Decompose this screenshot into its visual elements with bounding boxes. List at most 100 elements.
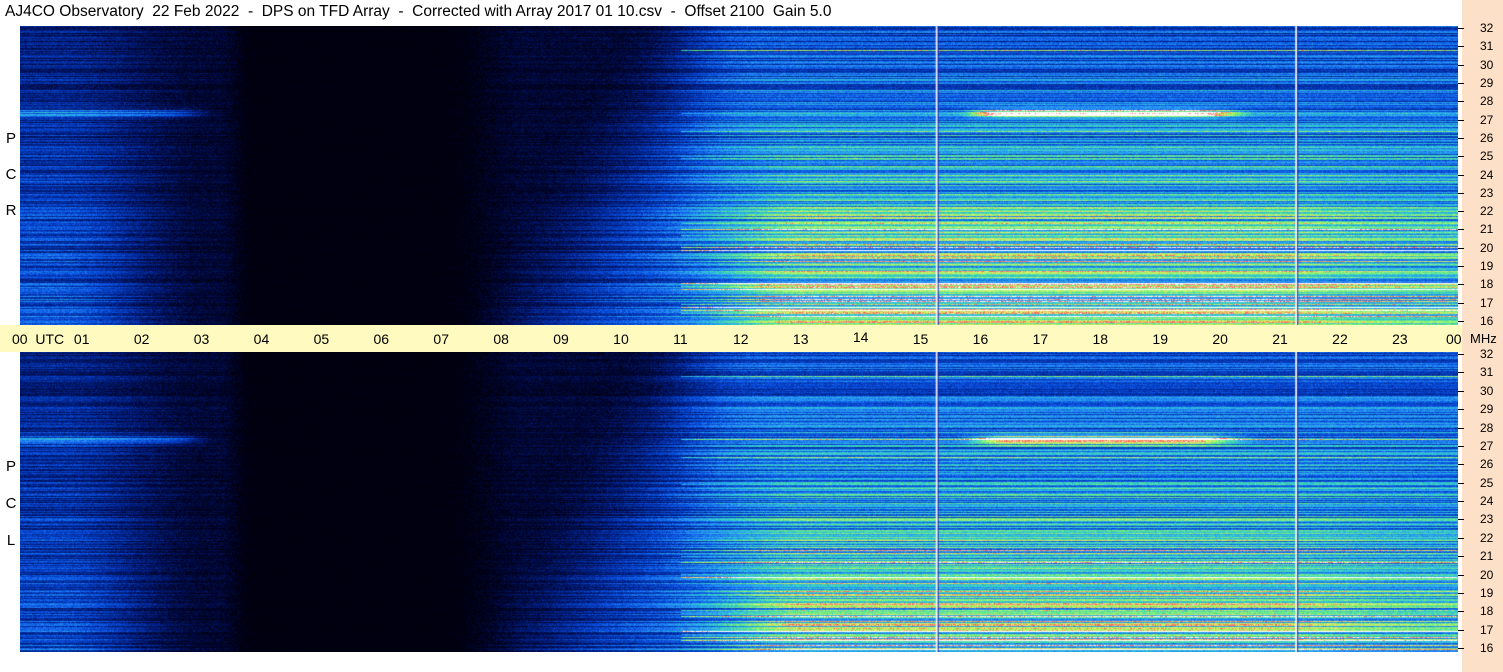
lcp-freq-tick — [1458, 574, 1464, 576]
time-tick-label: 17 — [1032, 331, 1049, 347]
rcp-freq-tick — [1458, 302, 1464, 304]
time-tick-label: 13 — [792, 331, 809, 347]
bottom-padding — [20, 652, 1458, 672]
lcp-freq-tick-label: 29 — [1480, 402, 1494, 417]
rcp-freq-tick — [1458, 101, 1464, 103]
rcp-freq-tick — [1458, 192, 1464, 194]
rcp-freq-tick-label: 17 — [1480, 295, 1494, 310]
lcp-frequency-axis: 32 31 30 29 28 27 26 25 24 23 22 21 20 19 18 17 16 — [1458, 347, 1503, 655]
rcp-freq-tick-label: 24 — [1480, 167, 1494, 182]
rcp-label-letter-2: C — [5, 166, 17, 183]
rcp-freq-tick-label: 18 — [1480, 277, 1494, 292]
time-tick-label: 00 — [1446, 331, 1462, 347]
lcp-freq-tick — [1458, 501, 1464, 502]
time-tick-label: 14 — [852, 329, 869, 345]
rcp-freq-tick — [1458, 174, 1464, 176]
rcp-freq-tick — [1458, 156, 1464, 158]
lcp-freq-tick — [1458, 537, 1464, 539]
lcp-freq-tick-label: 32 — [1480, 347, 1494, 361]
lcp-freq-tick — [1458, 372, 1464, 374]
rcp-freq-tick — [1458, 211, 1464, 213]
time-tick-label: 07 — [433, 331, 449, 347]
lcp-freq-tick-label: 19 — [1480, 585, 1494, 600]
time-tick-label: 02 — [133, 331, 150, 347]
lcp-freq-tick-label: 21 — [1480, 549, 1494, 564]
lcp-freq-tick-label: 26 — [1480, 457, 1494, 472]
time-tick-label: 01 — [73, 331, 90, 347]
lcp-freq-tick — [1458, 354, 1464, 355]
rcp-freq-tick-label: 22 — [1480, 204, 1494, 219]
rcp-freq-tick — [1458, 247, 1464, 249]
lcp-freq-tick-label: 22 — [1480, 530, 1494, 545]
lcp-freq-tick — [1458, 648, 1464, 649]
rcp-freq-tick-label: 29 — [1480, 75, 1494, 90]
rcp-freq-tick-label: 19 — [1480, 259, 1494, 274]
lcp-freq-tick — [1458, 556, 1464, 558]
lcp-freq-tick — [1458, 482, 1464, 484]
lcp-freq-tick — [1458, 519, 1464, 521]
rcp-freq-tick-label: 32 — [1480, 21, 1494, 35]
lcp-freq-tick — [1458, 611, 1464, 613]
lcp-freq-tick-label: 16 — [1480, 641, 1494, 655]
rcp-label-strip: P C R — [0, 26, 20, 325]
time-tick-label: 12 — [733, 331, 749, 347]
time-tick-label: 11 — [673, 331, 688, 347]
rcp-freq-tick — [1458, 137, 1464, 139]
rcp-freq-tick-label: 27 — [1480, 112, 1494, 127]
lcp-freq-tick-label: 18 — [1480, 604, 1494, 619]
rcp-spectrogram — [20, 26, 1458, 325]
rcp-label-letter-3: R — [5, 202, 17, 219]
rcp-freq-tick — [1458, 28, 1464, 29]
lcp-freq-tick-label: 23 — [1480, 512, 1494, 527]
lcp-freq-tick-label: 20 — [1480, 567, 1494, 582]
time-tick-label: 10 — [613, 331, 629, 347]
lcp-freq-tick — [1458, 592, 1464, 594]
lcp-freq-tick-label: 17 — [1480, 622, 1494, 637]
rcp-freq-tick — [1458, 229, 1464, 231]
rcp-freq-tick — [1458, 46, 1464, 48]
lcp-freq-tick-label: 28 — [1480, 420, 1494, 435]
rcp-freq-tick — [1458, 321, 1464, 322]
rcp-freq-tick-label: 20 — [1480, 240, 1494, 255]
time-tick-label: 05 — [313, 331, 330, 347]
rcp-freq-tick — [1458, 64, 1464, 66]
rcp-label-letter-1: P — [5, 130, 16, 147]
rcp-freq-tick — [1458, 119, 1464, 121]
time-tick-label: 20 — [1212, 331, 1228, 347]
mhz-unit-label: MHz — [1470, 331, 1497, 346]
lcp-label-letter-1: P — [5, 458, 16, 475]
time-tick-label: 18 — [1092, 331, 1109, 347]
time-tick-label: 23 — [1392, 331, 1408, 347]
lcp-freq-tick-label: 27 — [1480, 438, 1494, 453]
chart-title: AJ4CO Observatory 22 Feb 2022 - DPS on T… — [5, 3, 832, 20]
lcp-freq-tick-label: 31 — [1480, 365, 1494, 380]
lcp-freq-tick — [1458, 629, 1464, 631]
time-tick-label: 00 UTC — [12, 331, 65, 347]
lcp-label-letter-2: C — [5, 495, 17, 512]
time-tick-label: 08 — [493, 331, 509, 347]
rcp-freq-tick-label: 30 — [1480, 57, 1494, 72]
time-tick-label: 22 — [1332, 331, 1348, 347]
rcp-freq-tick — [1458, 82, 1464, 84]
lcp-freq-tick — [1458, 427, 1464, 429]
rcp-freq-tick-label: 21 — [1480, 222, 1494, 237]
rcp-freq-tick-label: 31 — [1480, 39, 1494, 54]
time-tick-label: 03 — [193, 331, 210, 347]
lcp-freq-tick-label: 25 — [1480, 475, 1494, 490]
time-tick-label: 19 — [1152, 331, 1168, 347]
title-bar: AJ4CO Observatory 22 Feb 2022 - DPS on T… — [0, 0, 1462, 26]
lcp-spectrogram — [20, 352, 1458, 652]
time-tick-label: 09 — [553, 331, 569, 347]
rcp-frequency-axis: 32 31 30 29 28 27 26 25 24 23 22 21 20 19 18 17 16 — [1458, 21, 1503, 328]
rcp-freq-tick-label: 23 — [1480, 185, 1494, 200]
lcp-freq-tick-label: 30 — [1480, 383, 1494, 398]
utc-time-axis: 00 UTC 01 02 03 04 05 06 07 08 09 10 11 12 13 14 15 16 17… — [0, 325, 1462, 352]
time-tick-label: 04 — [253, 331, 270, 347]
rcp-freq-tick-label: 25 — [1480, 149, 1494, 164]
lcp-freq-tick — [1458, 464, 1464, 466]
time-tick-label: 06 — [373, 331, 390, 347]
lcp-freq-tick — [1458, 409, 1464, 411]
lcp-label-strip: P C L — [0, 352, 20, 672]
time-tick-label: 15 — [912, 331, 929, 347]
time-tick-label: 16 — [972, 331, 989, 347]
